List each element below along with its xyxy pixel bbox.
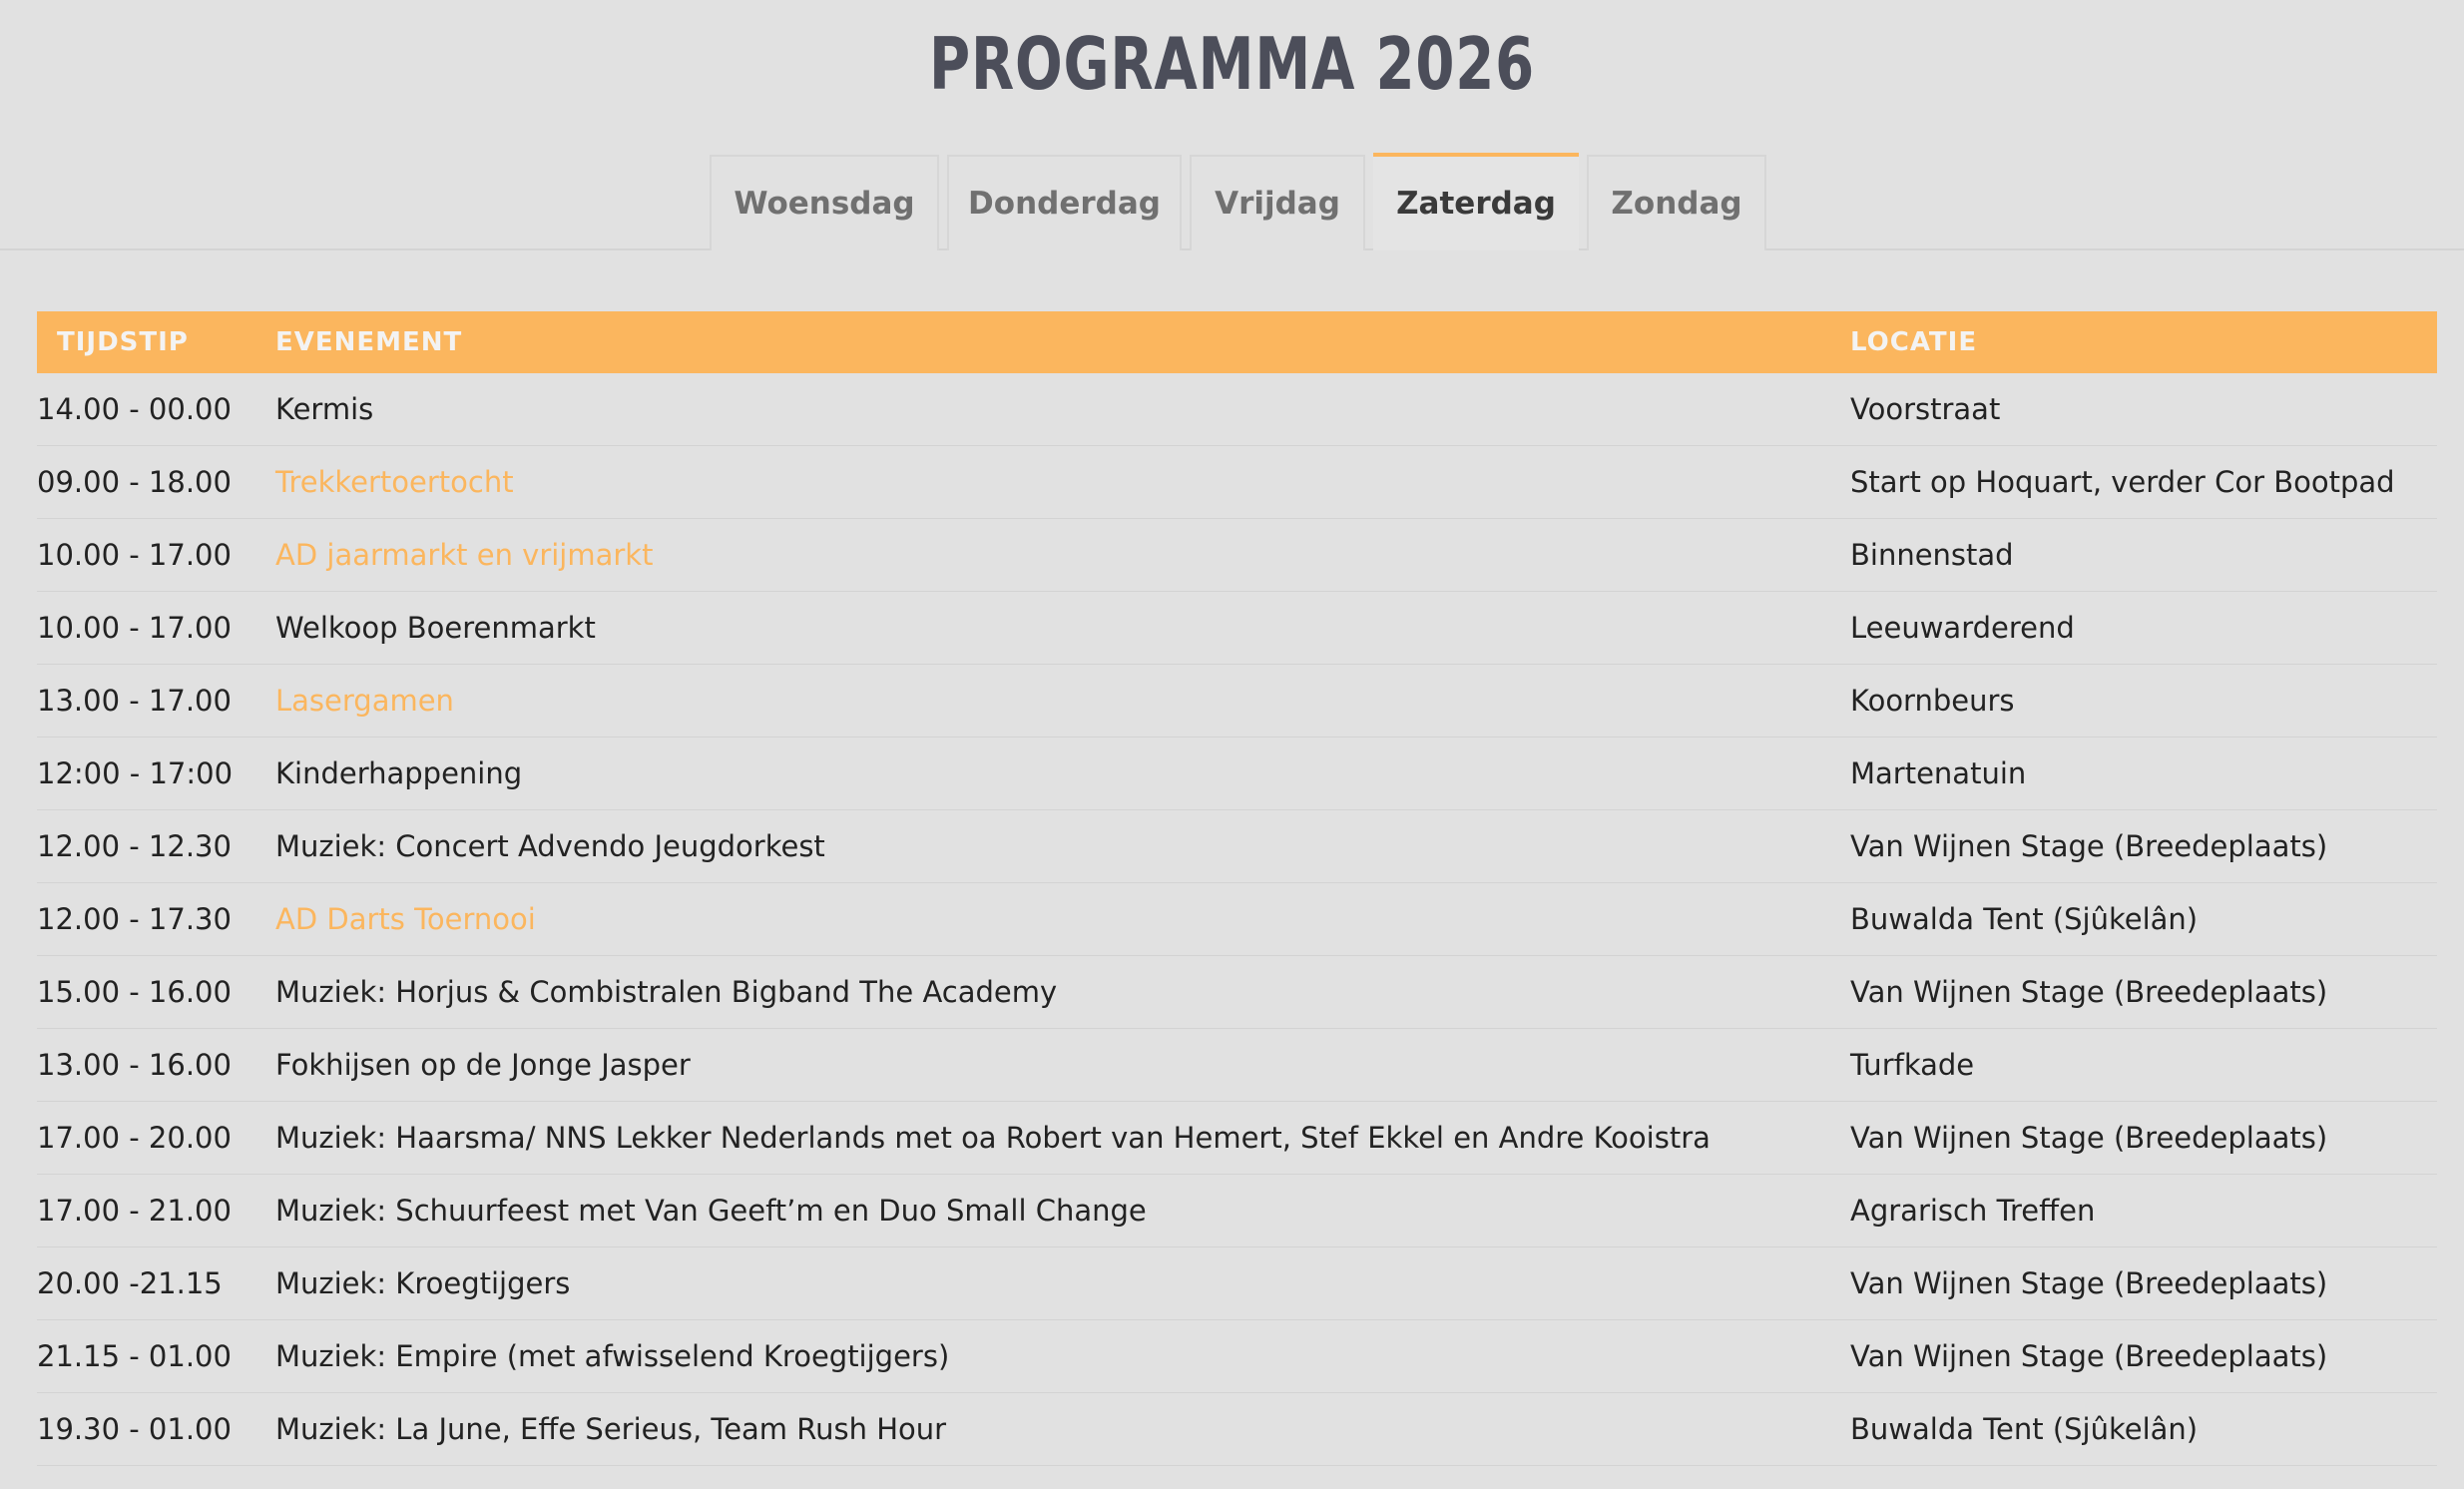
row-time: 19.30 - 01.00	[37, 1392, 275, 1466]
row-event: Lasergamen	[275, 664, 1850, 738]
row-location: Van Wijnen Stage (Breedeplaats)	[1850, 1101, 2437, 1175]
row-location: Koornbeurs	[1850, 664, 2437, 738]
row-location: Van Wijnen Stage (Breedeplaats)	[1850, 1246, 2437, 1320]
row-time: 12.00 - 17.30	[37, 882, 275, 956]
table-row: 17.00 - 20.00 Muziek: Haarsma/ NNS Lekke…	[37, 1101, 2437, 1175]
tab-vrijdag[interactable]: Vrijdag	[1190, 155, 1365, 250]
table-row: 14.00 - 00.00 Kermis Voorstraat	[37, 373, 2437, 446]
row-location: Buwalda Tent (Sjûkelân)	[1850, 882, 2437, 956]
row-time: 13.00 - 17.00	[37, 664, 275, 738]
tab-donderdag[interactable]: Donderdag	[947, 155, 1182, 250]
row-time: 10.00 - 17.00	[37, 518, 275, 592]
row-event: Muziek: Schuurfeest met Van Geeft’m en D…	[275, 1174, 1850, 1247]
table-header-row: TIJDSTIP EVENEMENT LOCATIE	[37, 311, 2437, 373]
row-event: Welkoop Boerenmarkt	[275, 591, 1850, 665]
row-time: 21.15 - 01.00	[37, 1319, 275, 1393]
event-link-ad-darts[interactable]: AD Darts Toernooi	[275, 902, 536, 936]
row-time: 17.00 - 21.00	[37, 1174, 275, 1247]
table-row: 12.00 - 17.30 AD Darts Toernooi Buwalda …	[37, 882, 2437, 956]
row-event: Muziek: Concert Advendo Jeugdorkest	[275, 809, 1850, 883]
row-location: Turfkade	[1850, 1028, 2437, 1102]
table-row: 10.00 - 17.00 AD jaarmarkt en vrijmarkt …	[37, 518, 2437, 592]
row-location: Buwalda Tent (Sjûkelân)	[1850, 1392, 2437, 1466]
table-row: 13.00 - 17.00 Lasergamen Koornbeurs	[37, 664, 2437, 738]
row-time: 20.00 -21.15	[37, 1246, 275, 1320]
row-event: Kermis	[275, 373, 1850, 446]
row-location: Binnenstad	[1850, 518, 2437, 592]
table-row: 19.30 - 01.00 Muziek: La June, Effe Seri…	[37, 1392, 2437, 1466]
table-row: 12:00 - 17:00 Kinderhappening Martenatui…	[37, 737, 2437, 810]
day-tabs: Woensdag Donderdag Vrijdag Zaterdag Zond…	[710, 153, 1766, 250]
row-event: Muziek: Horjus & Combistralen Bigband Th…	[275, 955, 1850, 1029]
table-row: 10.00 - 17.00 Welkoop Boerenmarkt Leeuwa…	[37, 591, 2437, 665]
table-row: 09.00 - 18.00 Trekkertoertocht Start op …	[37, 445, 2437, 519]
table-row: 20.00 -21.15 Muziek: Kroegtijgers Van Wi…	[37, 1246, 2437, 1320]
row-location: Van Wijnen Stage (Breedeplaats)	[1850, 1319, 2437, 1393]
schedule-table: TIJDSTIP EVENEMENT LOCATIE 14.00 - 00.00…	[37, 311, 2437, 1466]
row-event: Fokhijsen op de Jonge Jasper	[275, 1028, 1850, 1102]
row-location: Agrarisch Treffen	[1850, 1174, 2437, 1247]
tab-zaterdag[interactable]: Zaterdag	[1373, 153, 1579, 250]
header-time: TIJDSTIP	[57, 327, 189, 357]
row-time: 13.00 - 16.00	[37, 1028, 275, 1102]
row-location: Martenatuin	[1850, 737, 2437, 810]
tab-woensdag[interactable]: Woensdag	[710, 155, 939, 250]
row-time: 12:00 - 17:00	[37, 737, 275, 810]
event-link-trekkertoertocht[interactable]: Trekkertoertocht	[275, 465, 514, 499]
row-location: Start op Hoquart, verder Cor Bootpad	[1850, 445, 2437, 519]
row-event: Muziek: Kroegtijgers	[275, 1246, 1850, 1320]
table-row: 12.00 - 12.30 Muziek: Concert Advendo Je…	[37, 809, 2437, 883]
header-location: LOCATIE	[1850, 327, 1978, 357]
row-time: 14.00 - 00.00	[37, 373, 275, 446]
table-row: 21.15 - 01.00 Muziek: Empire (met afwiss…	[37, 1319, 2437, 1393]
row-location: Leeuwarderend	[1850, 591, 2437, 665]
event-link-lasergamen[interactable]: Lasergamen	[275, 684, 454, 718]
header-event: EVENEMENT	[275, 327, 463, 357]
row-event: AD jaarmarkt en vrijmarkt	[275, 518, 1850, 592]
row-location: Van Wijnen Stage (Breedeplaats)	[1850, 955, 2437, 1029]
row-time: 10.00 - 17.00	[37, 591, 275, 665]
row-location: Voorstraat	[1850, 373, 2437, 446]
page-title: PROGRAMMA 2026	[929, 22, 1535, 106]
table-row: 13.00 - 16.00 Fokhijsen op de Jonge Jasp…	[37, 1028, 2437, 1102]
row-time: 12.00 - 12.30	[37, 809, 275, 883]
event-link-ad-jaarmarkt[interactable]: AD jaarmarkt en vrijmarkt	[275, 538, 653, 572]
row-event: Kinderhappening	[275, 737, 1850, 810]
row-event: Muziek: Haarsma/ NNS Lekker Nederlands m…	[275, 1101, 1850, 1175]
row-event: Muziek: Empire (met afwisselend Kroegtij…	[275, 1319, 1850, 1393]
row-event: AD Darts Toernooi	[275, 882, 1850, 956]
table-row: 15.00 - 16.00 Muziek: Horjus & Combistra…	[37, 955, 2437, 1029]
row-event: Trekkertoertocht	[275, 445, 1850, 519]
row-location: Van Wijnen Stage (Breedeplaats)	[1850, 809, 2437, 883]
tab-zondag[interactable]: Zondag	[1587, 155, 1766, 250]
row-time: 15.00 - 16.00	[37, 955, 275, 1029]
row-time: 17.00 - 20.00	[37, 1101, 275, 1175]
table-row: 17.00 - 21.00 Muziek: Schuurfeest met Va…	[37, 1174, 2437, 1247]
row-time: 09.00 - 18.00	[37, 445, 275, 519]
row-event: Muziek: La June, Effe Serieus, Team Rush…	[275, 1392, 1850, 1466]
